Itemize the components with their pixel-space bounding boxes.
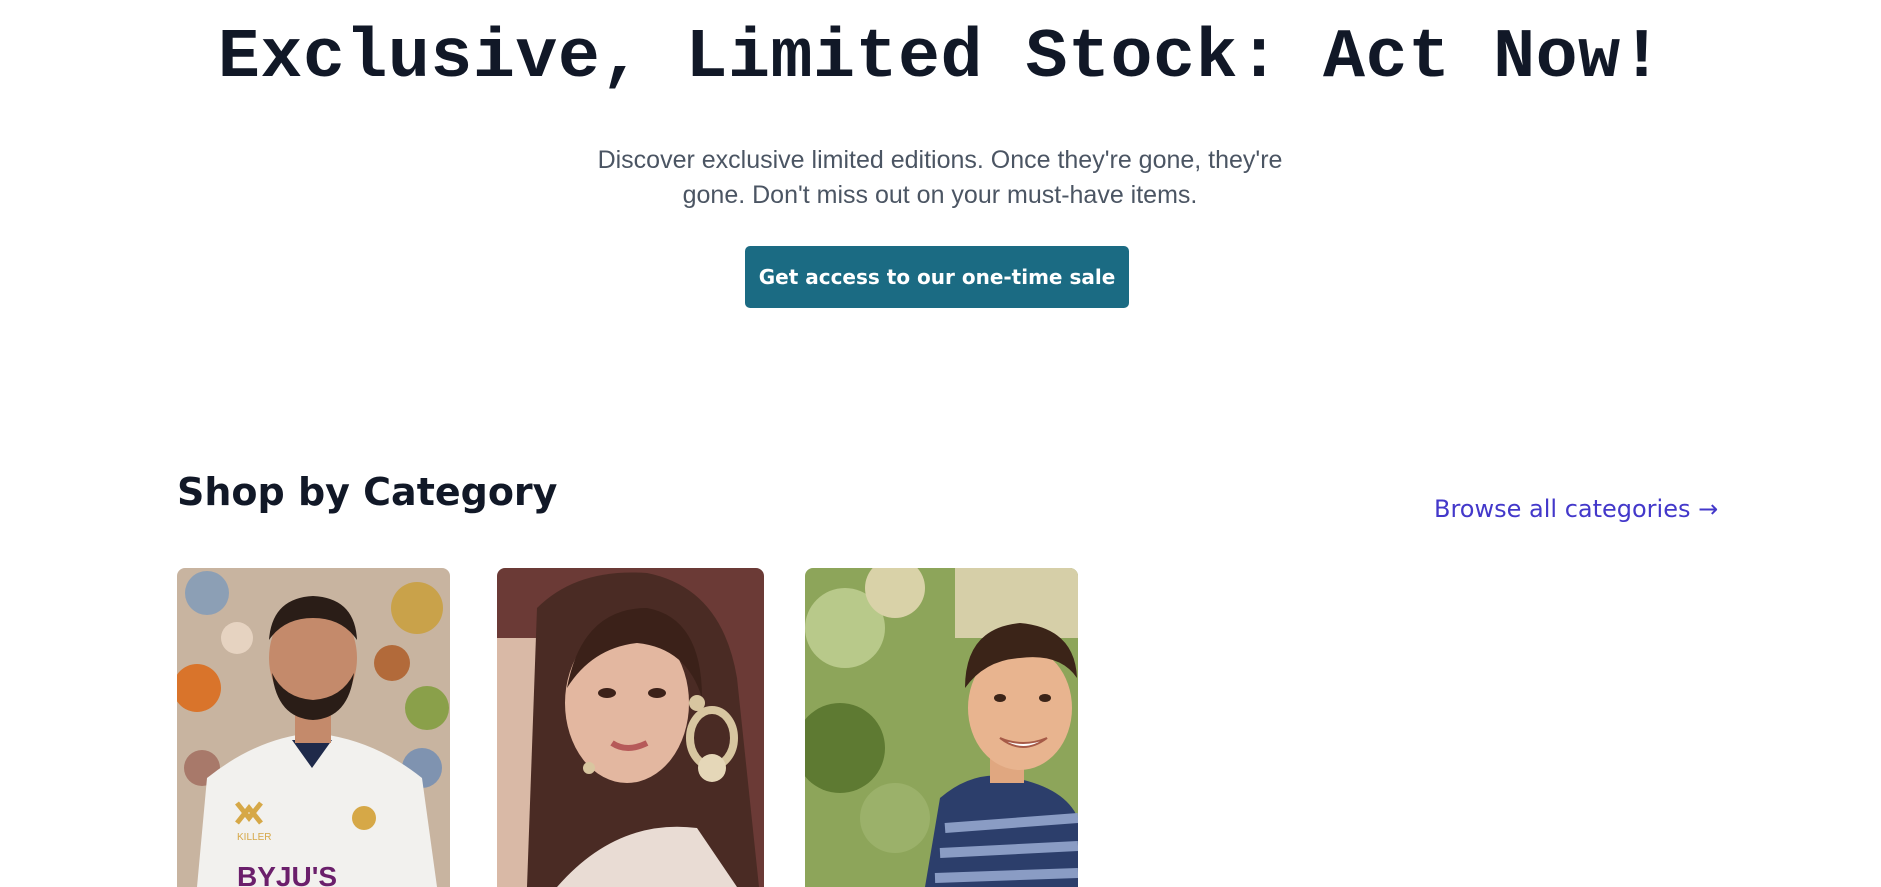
jersey-logo-text: KILLER — [237, 832, 271, 843]
sale-access-button[interactable]: Get access to our one-time sale — [745, 246, 1129, 308]
woman-earrings-photo — [497, 568, 764, 887]
jersey-text: BYJU'S — [237, 861, 337, 887]
man-cricket-jersey-photo: BYJU'S KILLER — [177, 568, 450, 887]
category-card-women[interactable] — [497, 568, 764, 887]
category-card-men[interactable]: BYJU'S KILLER — [177, 568, 450, 887]
browse-all-categories-link[interactable]: Browse all categories → — [1434, 493, 1718, 525]
hero-title: Exclusive, Limited Stock: Act Now! — [217, 19, 1664, 98]
section-title: Shop by Category — [177, 470, 558, 514]
hero-subtitle: Discover exclusive limited editions. Onc… — [597, 146, 1283, 209]
boy-smiling-photo — [805, 568, 1078, 887]
category-card-kids[interactable] — [805, 568, 1078, 887]
